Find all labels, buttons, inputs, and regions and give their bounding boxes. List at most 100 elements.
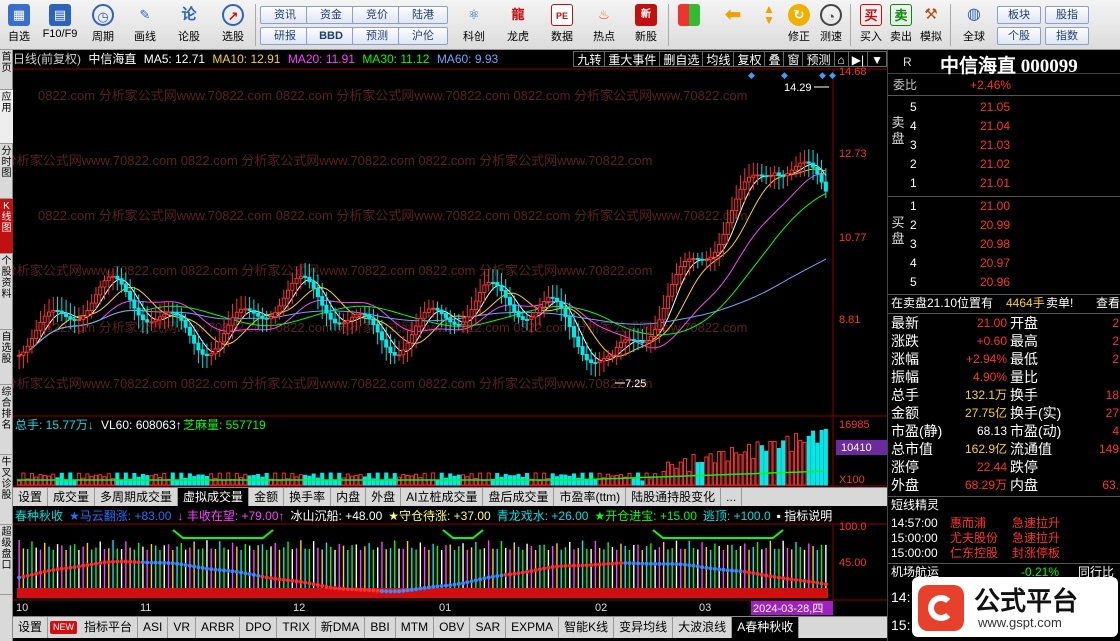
elves-title[interactable]: 短线精灵 [888, 498, 1120, 513]
btn-zhishu[interactable]: 指数 [1045, 27, 1089, 45]
indicator-tab[interactable]: 指标平台 [79, 617, 139, 638]
btn-zixun[interactable]: 资讯 [260, 6, 310, 24]
btn-yuce[interactable]: 预测 [352, 27, 402, 45]
indicator-tab[interactable]: SAR [470, 617, 507, 638]
btn-jingjia[interactable]: 竞价 [352, 6, 402, 24]
elves-item[interactable]: 15:00:00 尤夫股份 急速拉升 [888, 531, 1120, 546]
left-tab-home[interactable]: 首页 [0, 50, 13, 90]
indicator-tab[interactable]: MTM [396, 617, 435, 638]
volume-bar [789, 450, 794, 486]
candle-body [657, 319, 662, 331]
volume-bar [81, 477, 86, 486]
indicator-tab[interactable]: OBV [434, 617, 471, 638]
volume-tab[interactable]: 盘后成交量 [483, 488, 555, 506]
volume-tab[interactable]: 陆股通持股变化 [626, 488, 722, 506]
toolbar-lungu[interactable]: 论论股 [172, 2, 206, 48]
buy-order-row[interactable]: 3 20.98 [888, 237, 1120, 252]
toolbar-redian[interactable]: ♨ 热点 [584, 2, 624, 48]
indicator-tab[interactable]: DPO [240, 617, 278, 638]
buy-order-row[interactable]: 5 20.96 [888, 275, 1120, 290]
kline-chart-area[interactable]: 日线(前复权) 中信海直 MA5: 12.71 MA10: 12.91 MA20… [13, 50, 887, 641]
indicator-tab[interactable]: VR [168, 617, 197, 638]
left-tab-watchlist[interactable]: 自选股 [0, 330, 13, 385]
sell-order-row[interactable]: 4 21.04 [888, 119, 1120, 134]
toolbar-updown[interactable]: ▲ ▼ [752, 2, 786, 48]
toolbar-zixuan[interactable]: ▦ 自选 [2, 2, 36, 48]
volume-bar [811, 430, 816, 486]
left-tab-profile[interactable]: 个股资料 [0, 254, 13, 330]
indicator-tab[interactable]: 变异均线 [614, 617, 674, 638]
volume-tab[interactable]: 换手率 [284, 488, 332, 506]
toolbar-colorgrid[interactable] [672, 2, 706, 48]
toolbar-period[interactable]: ◷ 周期 [86, 2, 120, 48]
left-tab-intraday[interactable]: 分时图 [0, 144, 13, 199]
indicator-tab[interactable]: EXPMA [506, 617, 560, 638]
logo-icon [918, 585, 964, 631]
toolbar-kechuang[interactable]: ⚛ 科创 [454, 2, 494, 48]
buy-order-row[interactable]: 2 20.99 [888, 218, 1120, 233]
volume-tab[interactable]: 虚拟成交量 [178, 488, 250, 506]
toolbar-xuangu[interactable]: ↗ 选股 [216, 2, 250, 48]
indicator-tab[interactable]: A春种秋收 [732, 617, 800, 638]
btn-hulun[interactable]: 沪伦 [398, 27, 448, 45]
indicator-tab[interactable]: 新DMA [316, 617, 366, 638]
left-tab-diagnose[interactable]: 牛叉诊股 [0, 455, 13, 525]
candle-body [525, 318, 530, 321]
btn-bbd[interactable]: BBD [306, 27, 356, 45]
volume-tab[interactable]: ... [721, 488, 743, 506]
toolbar-draw[interactable]: ✎ 画线 [128, 2, 162, 48]
toolbar-shuju[interactable]: PE 数据 [542, 2, 582, 48]
btn-lugang[interactable]: 陆港 [398, 6, 448, 24]
buy-order-row[interactable]: 4 20.97 [888, 256, 1120, 271]
indicator-tab[interactable]: 设置 [13, 617, 49, 638]
toolbar-f10[interactable]: ▤ F10/F9 [40, 2, 80, 48]
toolbar-global[interactable]: ◍ 全球 [954, 2, 994, 48]
btn-zijin[interactable]: 资金 [306, 6, 356, 24]
toolbar-speed[interactable]: ◔ 测速 [814, 2, 848, 48]
sell-order-row[interactable]: 1 21.01 [888, 176, 1120, 191]
btn-bankuai[interactable]: 板块 [997, 6, 1041, 24]
toolbar-simulate[interactable]: ⚒ 模拟 [914, 2, 948, 48]
indicator-tab[interactable]: 大波浪线 [673, 617, 733, 638]
indicator-tab[interactable]: BBI [365, 617, 396, 638]
candle-body [764, 175, 769, 178]
sell-order-row[interactable]: 2 21.02 [888, 157, 1120, 172]
buy-order-row[interactable]: 1 21.00 [888, 199, 1120, 214]
left-tab-apps[interactable]: 应用 [0, 90, 13, 144]
indicator-legend-item[interactable]: ▪ 指标说明 [777, 509, 833, 523]
volume-tab[interactable]: 设置 [13, 488, 49, 506]
btn-gegu[interactable]: 个股 [997, 27, 1041, 45]
btn-yanbao[interactable]: 研报 [260, 27, 310, 45]
elves-item[interactable]: 15:00:00 仁东控股 封涨停板 [888, 546, 1120, 561]
sell-order-row[interactable]: 5 21.05 [888, 100, 1120, 115]
indicator-dot [717, 567, 722, 572]
toolbar-fix[interactable]: ↻ 修正 [782, 2, 816, 48]
volume-tab[interactable]: 内盘 [331, 488, 367, 506]
btn-guzhi[interactable]: 股指 [1045, 6, 1089, 24]
volume-bar [328, 472, 333, 486]
toolbar-xingu[interactable]: 新新股 [626, 2, 666, 48]
volume-bar [294, 476, 299, 486]
indicator-tab[interactable]: ASI [138, 617, 169, 638]
volume-bar [708, 453, 713, 486]
indicator-tab[interactable]: TRIX [277, 617, 316, 638]
toolbar-back[interactable]: ⬅ [716, 2, 750, 48]
volume-tab[interactable]: 成交量 [48, 488, 96, 506]
volume-tab[interactable]: 市盈率(ttm) [554, 488, 627, 506]
indicator-tab[interactable]: 智能K线 [559, 617, 615, 638]
volume-bar [34, 476, 39, 486]
left-tab-orderbook[interactable]: 超级盘口 [0, 525, 13, 595]
volume-tab[interactable]: 多周期成交量 [95, 488, 179, 506]
volume-tab[interactable]: 外盘 [366, 488, 402, 506]
status-line[interactable]: 在卖盘21.10位置有 4464手 卖单! 查看 [888, 296, 1120, 311]
indicator-tab[interactable]: ARBR [196, 617, 241, 638]
sell-order-row[interactable]: 3 21.03 [888, 138, 1120, 153]
toolbar-sell[interactable]: 卖卖出 [884, 2, 918, 48]
toolbar-longhu[interactable]: 龍龙虎 [498, 2, 538, 48]
left-tab-ranking[interactable]: 综合排名 [0, 385, 13, 455]
toolbar-buy[interactable]: 买买入 [854, 2, 888, 48]
left-tab-kline[interactable]: K线图 [0, 199, 13, 254]
elves-item[interactable]: 14:57:00 惠而浦 急速拉升 [888, 516, 1120, 531]
volume-tab[interactable]: 金额 [249, 488, 285, 506]
volume-tab[interactable]: AI立桩成交量 [401, 488, 484, 506]
